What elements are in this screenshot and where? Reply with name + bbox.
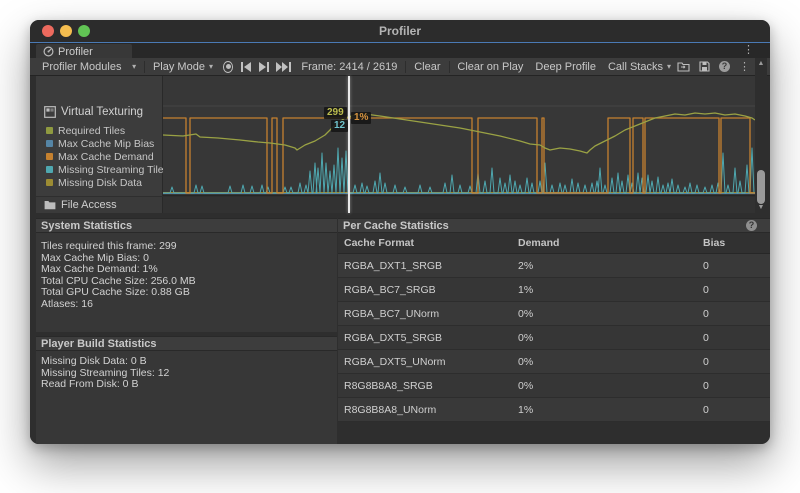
folder-icon [44, 200, 56, 210]
tooltip-missing-tiles-value: 12 [331, 120, 348, 132]
call-stacks-dropdown[interactable]: Call Stacks ▾ [602, 58, 677, 76]
toolbar-separator [405, 61, 406, 73]
legend-swatch [46, 153, 53, 160]
toolbar-separator [144, 61, 145, 73]
legend-item-required-tiles[interactable]: Required Tiles [46, 124, 169, 137]
step-forward-icon [258, 62, 270, 72]
tooltip-required-tiles-value: 299 [324, 107, 347, 119]
legend-swatch [46, 179, 53, 186]
virtual-texturing-chart-svg [163, 76, 755, 195]
legend-swatch [46, 127, 53, 134]
legend-item-max-cache-mip-bias[interactable]: Max Cache Mip Bias [46, 137, 169, 150]
virtual-texturing-chart[interactable] [163, 76, 755, 196]
details-region: System Statistics Tiles required this fr… [30, 213, 770, 444]
help-icon[interactable]: ? [746, 220, 757, 231]
save-profile-button[interactable] [699, 61, 710, 72]
tab-bar: Profiler ⋮ [30, 42, 770, 58]
scrollbar-thumb[interactable] [757, 170, 765, 204]
chevron-down-icon: ▾ [209, 62, 213, 71]
table-row[interactable]: RGBA_DXT1_SRGB 2% 0 [338, 254, 770, 278]
load-profile-button[interactable] [677, 61, 690, 72]
legend-item-missing-streaming-tiles[interactable]: Missing Streaming Tiles [46, 163, 169, 176]
save-disk-icon [699, 61, 710, 72]
table-row[interactable]: RGBA_BC7_UNorm 0% 0 [338, 302, 770, 326]
tab-menu-kebab-icon[interactable]: ⋮ [743, 44, 754, 56]
virtual-texturing-title: Virtual Texturing [44, 106, 143, 118]
legend-item-missing-disk-data[interactable]: Missing Disk Data [46, 176, 169, 189]
record-button[interactable] [223, 61, 233, 73]
legend-item-max-cache-demand[interactable]: Max Cache Demand [46, 150, 169, 163]
scroll-down-icon[interactable]: ▼ [755, 204, 767, 211]
table-row[interactable]: RGBA_BC7_SRGB 1% 0 [338, 278, 770, 302]
file-access-title: File Access [61, 199, 117, 211]
next-frame-button[interactable] [258, 62, 270, 72]
player-build-statistics-header: Player Build Statistics [36, 336, 337, 351]
table-row[interactable]: RGBA_DXT5_SRGB 0% 0 [338, 326, 770, 350]
player-build-statistics-body: Missing Disk Data: 0 B Missing Streaming… [36, 351, 337, 444]
tooltip-demand-value: 1% [351, 112, 371, 124]
deep-profile-toggle[interactable]: Deep Profile [529, 58, 602, 76]
clear-button[interactable]: Clear [408, 58, 446, 76]
toolbar-separator [449, 61, 450, 73]
frame-counter: Frame: 2414 / 2619 [295, 58, 403, 76]
skip-to-last-frame-icon [276, 62, 292, 72]
per-cache-statistics-pane: Per Cache Statistics ? Cache Format Dema… [338, 213, 770, 444]
virtual-texturing-module-panel[interactable]: Virtual Texturing Required Tiles Max Cac… [36, 76, 163, 196]
system-statistics-header: System Statistics [36, 218, 337, 233]
help-icon[interactable]: ? [719, 61, 730, 72]
open-folder-icon [677, 61, 690, 72]
file-access-module-panel[interactable]: File Access [36, 197, 163, 213]
charts-region: Virtual Texturing Required Tiles Max Cac… [30, 76, 770, 213]
window-title: Profiler [30, 24, 770, 38]
table-row[interactable]: R8G8B8A8_SRGB 0% 0 [338, 374, 770, 398]
step-back-icon [240, 62, 252, 72]
current-frame-button[interactable] [276, 62, 292, 72]
statistics-pane: System Statistics Tiles required this fr… [36, 213, 337, 444]
system-statistics-body: Tiles required this frame: 299 Max Cache… [36, 233, 337, 332]
scroll-up-icon[interactable]: ▲ [755, 60, 767, 67]
legend-swatch [46, 166, 53, 173]
virtual-texturing-legend: Required Tiles Max Cache Mip Bias Max Ca… [46, 124, 169, 189]
toolbar: Profiler Modules ▾ Play Mode ▾ Frame: 24… [30, 58, 770, 76]
playhead-line[interactable] [348, 76, 350, 213]
column-header-cache-format[interactable]: Cache Format [338, 237, 518, 249]
play-mode-dropdown[interactable]: Play Mode ▾ [147, 58, 219, 76]
stat-line: Tiles required this frame: 299 [41, 241, 337, 253]
record-icon [226, 64, 231, 69]
table-row[interactable]: RGBA_DXT5_UNorm 0% 0 [338, 350, 770, 374]
table-header-row: Cache Format Demand Bias [338, 233, 770, 254]
stat-line: Atlases: 16 [41, 299, 337, 311]
column-header-demand[interactable]: Demand [518, 237, 703, 249]
stat-line: Missing Disk Data: 0 B [41, 356, 337, 368]
texture-grid-icon [44, 106, 56, 118]
stat-line: Read From Disk: 0 B [41, 379, 337, 391]
legend-swatch [46, 140, 53, 147]
title-bar: Profiler [30, 20, 770, 42]
file-access-chart[interactable] [163, 197, 755, 213]
previous-frame-button[interactable] [240, 62, 252, 72]
table-row[interactable]: R8G8B8A8_UNorm 1% 0 [338, 398, 770, 422]
chart-vertical-scrollbar[interactable]: ▲ ▼ [755, 58, 767, 213]
profiler-modules-dropdown[interactable]: Profiler Modules ▾ [36, 58, 142, 76]
profiler-gauge-icon [43, 46, 54, 57]
clear-on-play-toggle[interactable]: Clear on Play [451, 58, 529, 76]
chevron-down-icon: ▾ [132, 62, 136, 71]
tab-label: Profiler [58, 46, 93, 58]
column-header-bias[interactable]: Bias [703, 237, 763, 249]
profiler-window: Profiler Profiler ⋮ Profiler Modules ▾ P… [30, 20, 770, 444]
toolbar-menu-kebab-icon[interactable]: ⋮ [739, 61, 750, 73]
per-cache-statistics-header: Per Cache Statistics ? [338, 218, 770, 233]
chevron-down-icon: ▾ [667, 62, 671, 71]
